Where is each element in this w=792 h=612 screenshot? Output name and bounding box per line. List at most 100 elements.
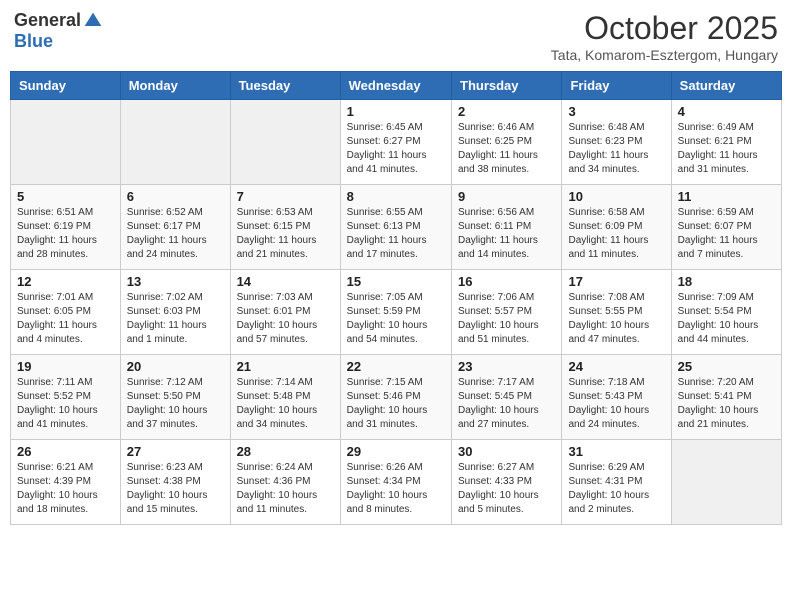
weekday-header-thursday: Thursday bbox=[452, 72, 562, 100]
day-info: Sunrise: 6:21 AM Sunset: 4:39 PM Dayligh… bbox=[17, 461, 114, 517]
day-info: Sunrise: 6:59 AM Sunset: 6:07 PM Dayligh… bbox=[678, 206, 775, 262]
day-number: 20 bbox=[127, 359, 224, 374]
day-info: Sunrise: 7:12 AM Sunset: 5:50 PM Dayligh… bbox=[127, 376, 224, 432]
calendar-cell: 23Sunrise: 7:17 AM Sunset: 5:45 PM Dayli… bbox=[452, 355, 562, 440]
weekday-header-saturday: Saturday bbox=[671, 72, 781, 100]
day-info: Sunrise: 6:23 AM Sunset: 4:38 PM Dayligh… bbox=[127, 461, 224, 517]
day-info: Sunrise: 6:53 AM Sunset: 6:15 PM Dayligh… bbox=[237, 206, 334, 262]
day-number: 7 bbox=[237, 189, 334, 204]
day-number: 27 bbox=[127, 444, 224, 459]
logo-icon bbox=[83, 11, 103, 31]
day-number: 24 bbox=[568, 359, 664, 374]
day-info: Sunrise: 6:27 AM Sunset: 4:33 PM Dayligh… bbox=[458, 461, 555, 517]
day-number: 3 bbox=[568, 104, 664, 119]
calendar-cell: 21 Sunrise: 7:14 AM Sunset: 5:48 PM Dayli… bbox=[230, 355, 340, 440]
day-number: 31 bbox=[568, 444, 664, 459]
day-info: Sunrise: 6:46 AM Sunset: 6:25 PM Dayligh… bbox=[458, 121, 555, 177]
day-number: 30 bbox=[458, 444, 555, 459]
logo: General Blue bbox=[14, 10, 103, 52]
calendar-cell: 26 Sunrise: 6:21 AM Sunset: 4:39 PM Dayli… bbox=[11, 440, 121, 525]
calendar-cell: 19 Sunrise: 7:11 AM Sunset: 5:52 PM Dayli… bbox=[11, 355, 121, 440]
day-number: 18 bbox=[678, 274, 775, 289]
calendar-cell: 16Sunrise: 7:06 AM Sunset: 5:57 PM Dayli… bbox=[452, 270, 562, 355]
day-number: 14 bbox=[237, 274, 334, 289]
day-number: 12 bbox=[17, 274, 114, 289]
calendar-cell: 13 Sunrise: 7:02 AM Sunset: 6:03 PM Dayli… bbox=[120, 270, 230, 355]
calendar-cell: 1 Sunrise: 6:45 AM Sunset: 6:27 PM Daylig… bbox=[340, 100, 451, 185]
calendar-cell: 28 Sunrise: 6:24 AM Sunset: 4:36 PM Dayli… bbox=[230, 440, 340, 525]
day-number: 5 bbox=[17, 189, 114, 204]
day-info: Sunrise: 6:45 AM Sunset: 6:27 PM Dayligh… bbox=[347, 121, 445, 177]
calendar-cell bbox=[230, 100, 340, 185]
calendar-cell: 25Sunrise: 7:20 AM Sunset: 5:41 PM Dayli… bbox=[671, 355, 781, 440]
calendar-cell bbox=[11, 100, 121, 185]
calendar-cell: 31 Sunrise: 6:29 AM Sunset: 4:31 PM Dayli… bbox=[562, 440, 671, 525]
calendar-cell: 15 Sunrise: 7:05 AM Sunset: 5:59 PM Dayli… bbox=[340, 270, 451, 355]
calendar-table: SundayMondayTuesdayWednesdayThursdayFrid… bbox=[10, 71, 782, 525]
day-number: 21 bbox=[237, 359, 334, 374]
day-number: 25 bbox=[678, 359, 775, 374]
day-info: Sunrise: 6:49 AM Sunset: 6:21 PM Dayligh… bbox=[678, 121, 775, 177]
day-number: 17 bbox=[568, 274, 664, 289]
calendar-cell: 27 Sunrise: 6:23 AM Sunset: 4:38 PM Dayli… bbox=[120, 440, 230, 525]
calendar-cell: 5 Sunrise: 6:51 AM Sunset: 6:19 PM Daylig… bbox=[11, 185, 121, 270]
calendar-cell: 17Sunrise: 7:08 AM Sunset: 5:55 PM Dayli… bbox=[562, 270, 671, 355]
day-info: Sunrise: 7:17 AM Sunset: 5:45 PM Dayligh… bbox=[458, 376, 555, 432]
month-title: October 2025 bbox=[551, 10, 778, 47]
day-info: Sunrise: 6:24 AM Sunset: 4:36 PM Dayligh… bbox=[237, 461, 334, 517]
week-row-4: 19 Sunrise: 7:11 AM Sunset: 5:52 PM Dayli… bbox=[11, 355, 782, 440]
day-info: Sunrise: 6:51 AM Sunset: 6:19 PM Dayligh… bbox=[17, 206, 114, 262]
calendar-cell: 20 Sunrise: 7:12 AM Sunset: 5:50 PM Dayli… bbox=[120, 355, 230, 440]
calendar-cell: 11 Sunrise: 6:59 AM Sunset: 6:07 PM Dayli… bbox=[671, 185, 781, 270]
weekday-header-monday: Monday bbox=[120, 72, 230, 100]
calendar-cell: 12 Sunrise: 7:01 AM Sunset: 6:05 PM Dayli… bbox=[11, 270, 121, 355]
day-number: 10 bbox=[568, 189, 664, 204]
day-info: Sunrise: 7:05 AM Sunset: 5:59 PM Dayligh… bbox=[347, 291, 445, 347]
weekday-header-sunday: Sunday bbox=[11, 72, 121, 100]
calendar-cell bbox=[671, 440, 781, 525]
day-number: 8 bbox=[347, 189, 445, 204]
day-number: 4 bbox=[678, 104, 775, 119]
calendar-cell bbox=[120, 100, 230, 185]
day-number: 29 bbox=[347, 444, 445, 459]
day-info: Sunrise: 6:48 AM Sunset: 6:23 PM Dayligh… bbox=[568, 121, 664, 177]
title-section: October 2025 Tata, Komarom-Esztergom, Hu… bbox=[551, 10, 778, 63]
calendar-cell: 8 Sunrise: 6:55 AM Sunset: 6:13 PM Daylig… bbox=[340, 185, 451, 270]
logo-blue-text: Blue bbox=[14, 31, 53, 52]
day-info: Sunrise: 7:03 AM Sunset: 6:01 PM Dayligh… bbox=[237, 291, 334, 347]
calendar-cell: 30 Sunrise: 6:27 AM Sunset: 4:33 PM Dayli… bbox=[452, 440, 562, 525]
day-number: 19 bbox=[17, 359, 114, 374]
day-number: 26 bbox=[17, 444, 114, 459]
day-info: Sunrise: 7:01 AM Sunset: 6:05 PM Dayligh… bbox=[17, 291, 114, 347]
day-info: Sunrise: 6:55 AM Sunset: 6:13 PM Dayligh… bbox=[347, 206, 445, 262]
calendar-cell: 4 Sunrise: 6:49 AM Sunset: 6:21 PM Daylig… bbox=[671, 100, 781, 185]
day-number: 28 bbox=[237, 444, 334, 459]
day-info: Sunrise: 7:02 AM Sunset: 6:03 PM Dayligh… bbox=[127, 291, 224, 347]
calendar-cell: 14 Sunrise: 7:03 AM Sunset: 6:01 PM Dayli… bbox=[230, 270, 340, 355]
day-info: Sunrise: 7:09 AM Sunset: 5:54 PM Dayligh… bbox=[678, 291, 775, 347]
day-number: 2 bbox=[458, 104, 555, 119]
week-row-5: 26 Sunrise: 6:21 AM Sunset: 4:39 PM Dayli… bbox=[11, 440, 782, 525]
week-row-3: 12 Sunrise: 7:01 AM Sunset: 6:05 PM Dayli… bbox=[11, 270, 782, 355]
calendar-cell: 3 Sunrise: 6:48 AM Sunset: 6:23 PM Daylig… bbox=[562, 100, 671, 185]
logo-general-text: General bbox=[14, 10, 81, 31]
calendar-cell: 10 Sunrise: 6:58 AM Sunset: 6:09 PM Dayli… bbox=[562, 185, 671, 270]
calendar-cell: 29 Sunrise: 6:26 AM Sunset: 4:34 PM Dayli… bbox=[340, 440, 451, 525]
day-info: Sunrise: 6:58 AM Sunset: 6:09 PM Dayligh… bbox=[568, 206, 664, 262]
weekday-header-wednesday: Wednesday bbox=[340, 72, 451, 100]
page-header: General Blue October 2025 Tata, Komarom-… bbox=[10, 10, 782, 63]
day-info: Sunrise: 7:14 AM Sunset: 5:48 PM Dayligh… bbox=[237, 376, 334, 432]
day-number: 13 bbox=[127, 274, 224, 289]
day-info: Sunrise: 6:26 AM Sunset: 4:34 PM Dayligh… bbox=[347, 461, 445, 517]
day-number: 22 bbox=[347, 359, 445, 374]
day-number: 6 bbox=[127, 189, 224, 204]
day-number: 11 bbox=[678, 189, 775, 204]
calendar-cell: 22Sunrise: 7:15 AM Sunset: 5:46 PM Dayli… bbox=[340, 355, 451, 440]
day-number: 16 bbox=[458, 274, 555, 289]
day-number: 1 bbox=[347, 104, 445, 119]
day-info: Sunrise: 6:56 AM Sunset: 6:11 PM Dayligh… bbox=[458, 206, 555, 262]
day-info: Sunrise: 7:11 AM Sunset: 5:52 PM Dayligh… bbox=[17, 376, 114, 432]
day-info: Sunrise: 7:18 AM Sunset: 5:43 PM Dayligh… bbox=[568, 376, 664, 432]
day-info: Sunrise: 6:29 AM Sunset: 4:31 PM Dayligh… bbox=[568, 461, 664, 517]
day-number: 15 bbox=[347, 274, 445, 289]
